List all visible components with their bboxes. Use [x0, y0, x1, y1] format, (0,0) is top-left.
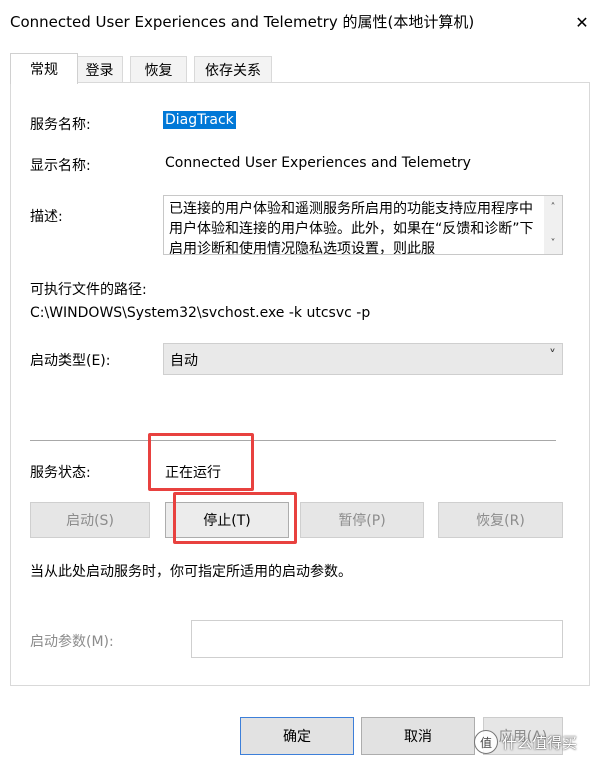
tab-dependencies[interactable]: 依存关系	[194, 56, 272, 83]
description-text: 已连接的用户体验和遥测服务所启用的功能支持应用程序中用户体验和连接的用户体验。此…	[169, 201, 534, 255]
cancel-button-label: 取消	[404, 729, 432, 745]
service-name-value[interactable]: DiagTrack	[163, 111, 236, 129]
status-highlight-box	[148, 433, 254, 491]
resume-button-label: 恢复(R)	[476, 513, 525, 529]
close-icon: ✕	[575, 12, 589, 32]
watermark: 值 什么值得买	[474, 730, 577, 754]
general-panel	[10, 82, 590, 686]
scroll-up-icon[interactable]: ˄	[544, 198, 562, 216]
display-name-value[interactable]: Connected User Experiences and Telemetry	[165, 155, 471, 171]
title-bar: Connected User Experiences and Telemetry…	[0, 0, 600, 44]
startup-type-value: 自动	[170, 353, 198, 369]
service-name-text: DiagTrack	[163, 111, 236, 129]
description-scrollbar[interactable]: ˄ ˅	[544, 196, 562, 254]
cancel-button[interactable]: 取消	[361, 717, 475, 755]
close-button[interactable]: ✕	[566, 6, 598, 38]
window-title: Connected User Experiences and Telemetry…	[10, 13, 475, 31]
startup-type-label: 启动类型(E):	[30, 353, 111, 369]
tab-label: 恢复	[144, 63, 173, 79]
display-name-label: 显示名称:	[30, 158, 91, 174]
start-button[interactable]: 启动(S)	[30, 502, 150, 538]
chevron-down-icon: ˅	[549, 348, 556, 364]
tab-label: 依存关系	[205, 63, 261, 79]
start-button-label: 启动(S)	[66, 513, 114, 529]
tab-label: 登录	[85, 63, 114, 79]
scroll-down-icon[interactable]: ˅	[544, 234, 562, 252]
ok-button[interactable]: 确定	[240, 717, 354, 755]
tab-recovery[interactable]: 恢复	[130, 56, 187, 83]
pause-button[interactable]: 暂停(P)	[300, 502, 424, 538]
exe-path-label: 可执行文件的路径:	[30, 282, 147, 298]
ok-button-label: 确定	[283, 729, 311, 745]
startup-type-select[interactable]: 自动 ˅	[163, 343, 563, 375]
stop-highlight-box	[173, 492, 297, 544]
tab-logon[interactable]: 登录	[76, 56, 123, 83]
start-params-input[interactable]	[191, 620, 563, 658]
tab-label: 常规	[30, 62, 58, 78]
watermark-text: 什么值得买	[502, 733, 578, 752]
start-params-hint: 当从此处启动服务时，你可指定所适用的启动参数。	[30, 564, 352, 580]
tab-general[interactable]: 常规	[10, 53, 78, 84]
description-box[interactable]: 已连接的用户体验和遥测服务所启用的功能支持应用程序中用户体验和连接的用户体验。此…	[163, 195, 563, 255]
exe-path-value: C:\WINDOWS\System32\svchost.exe -k utcsv…	[30, 305, 371, 321]
watermark-logo-icon: 值	[474, 730, 498, 754]
start-params-label: 启动参数(M):	[30, 634, 114, 650]
pause-button-label: 暂停(P)	[338, 513, 386, 529]
description-label: 描述:	[30, 209, 63, 225]
resume-button[interactable]: 恢复(R)	[438, 502, 563, 538]
divider	[30, 440, 556, 441]
service-status-label: 服务状态:	[30, 465, 91, 481]
service-name-label: 服务名称:	[30, 117, 91, 133]
